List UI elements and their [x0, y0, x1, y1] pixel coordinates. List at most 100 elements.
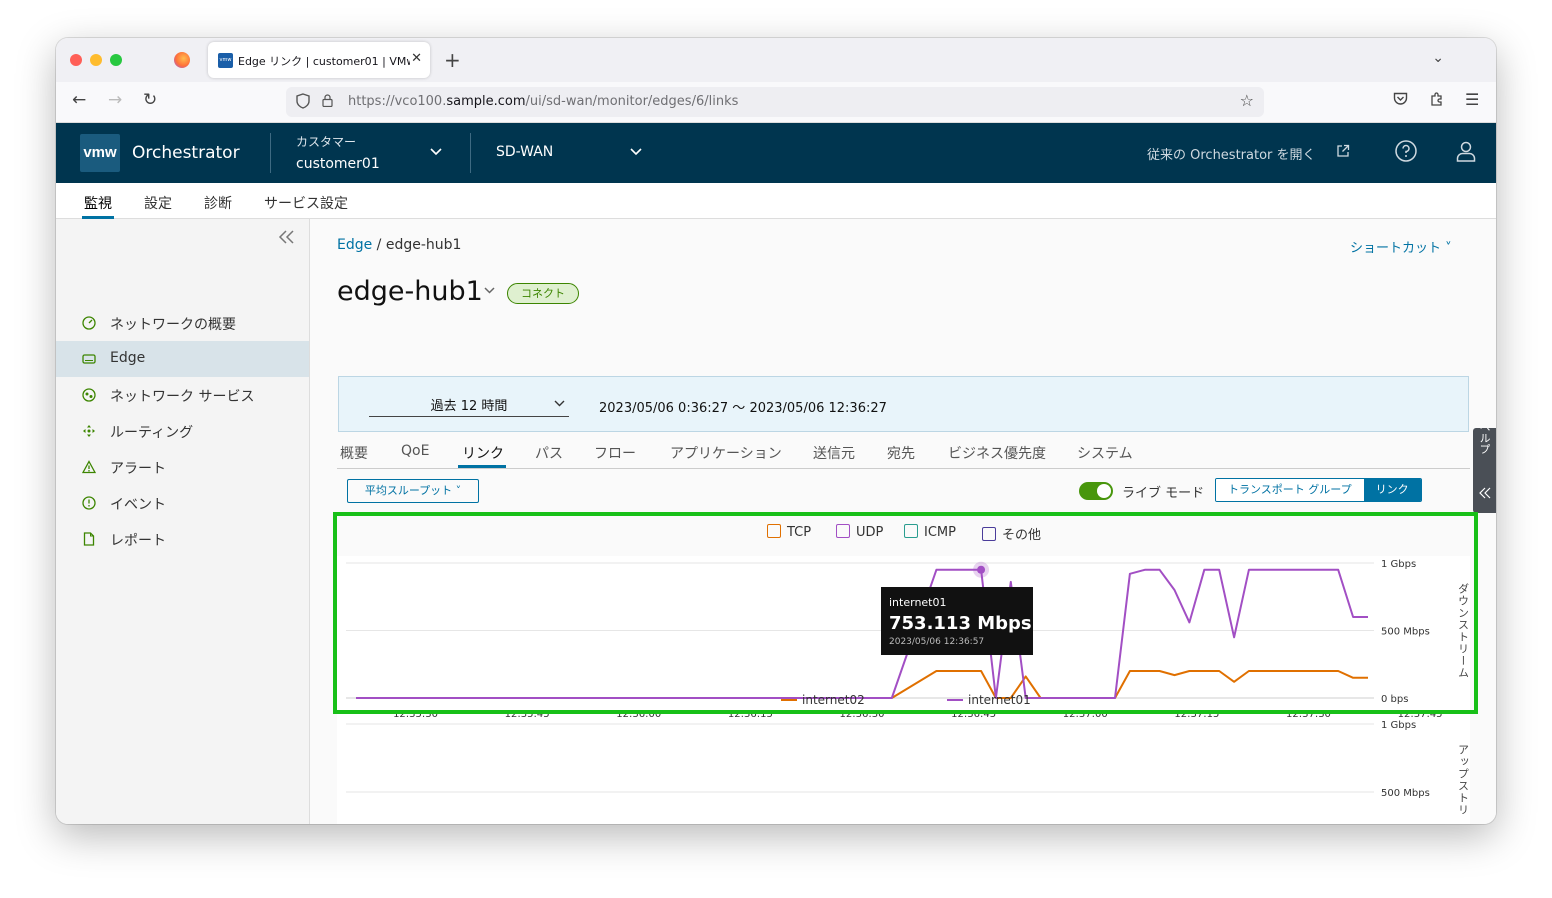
forward-arrow-icon[interactable]: → [108, 90, 122, 110]
sidebar-item-label: ネットワーク サービス [110, 389, 255, 405]
nav-configure[interactable]: 設定 [144, 193, 172, 213]
collapse-sidebar-icon[interactable] [278, 226, 296, 250]
close-window-button[interactable] [70, 54, 82, 66]
lock-icon[interactable] [322, 94, 333, 107]
minimize-window-button[interactable] [90, 54, 102, 66]
app-header: vmw Orchestrator カスタマー customer01 SD-WAN… [56, 123, 1496, 183]
y-tick-label: 500 Mbps [1381, 788, 1430, 799]
dashboard-icon [82, 316, 96, 330]
alert-icon [82, 460, 96, 474]
legacy-orchestrator-link[interactable]: 従来の Orchestrator を開く [1147, 144, 1316, 163]
sidebar-item-label: Edge [110, 350, 146, 366]
help-side-tab[interactable]: ヘルプ [1473, 422, 1496, 513]
url-text[interactable]: https://vco100.sample.com/ui/sd-wan/moni… [348, 94, 738, 109]
edge-device-icon [82, 354, 96, 364]
sidebar-item-label: ネットワークの概要 [110, 317, 236, 333]
sidebar-item-label: アラート [110, 461, 166, 477]
shortcut-menu[interactable]: ショートカット ˅ [1350, 237, 1452, 256]
header-divider [270, 133, 271, 173]
product-selector[interactable]: SD-WAN [496, 144, 553, 160]
sidebar: ネットワークの概要 Edge ネットワーク サービス ルーティング アラート イ… [56, 219, 310, 824]
bookmark-star-icon[interactable]: ☆ [1240, 91, 1254, 110]
sidebar-item-label: イベント [110, 497, 166, 513]
url-bar[interactable]: https://vco100.sample.com/ui/sd-wan/moni… [286, 87, 1264, 117]
sidebar-item-network-services[interactable]: ネットワーク サービス [56, 377, 309, 413]
side-tab-label: ヘルプ [1478, 428, 1491, 455]
breadcrumb: Edge / edge-hub1 [337, 237, 461, 253]
expand-chevron-icon [1479, 487, 1491, 499]
tracking-shield-icon[interactable] [296, 93, 310, 113]
metric-dropdown-button[interactable]: 平均スループット ˅ [347, 479, 479, 503]
breadcrumb-edge-link[interactable]: Edge [337, 237, 372, 253]
transport-group-button[interactable]: トランスポート グループ [1216, 479, 1364, 501]
sidebar-item-label: レポート [110, 533, 166, 549]
tab-strip: vmw Edge リンク | customer01 | VMware ✕ + ⌄ [56, 38, 1496, 82]
page-title: edge-hub1 [337, 276, 483, 307]
customer-label: カスタマー [296, 135, 357, 149]
tab-close-icon[interactable]: ✕ [411, 51, 422, 66]
sidebar-item-reports[interactable]: レポート [56, 521, 309, 557]
reload-icon[interactable]: ↻ [143, 90, 157, 110]
tab-destinations[interactable]: 宛先 [887, 443, 915, 463]
primary-nav: 監視 設定 診断 サービス設定 [56, 183, 1496, 219]
product-chevron-down-icon[interactable] [630, 145, 642, 160]
header-divider [470, 133, 471, 173]
sidebar-item-routing[interactable]: ルーティング [56, 413, 309, 449]
nav-monitor[interactable]: 監視 [84, 193, 112, 213]
back-arrow-icon[interactable]: ← [72, 90, 86, 110]
y-axis-label: アップストリ [1457, 744, 1470, 816]
tab-title: Edge リンク | customer01 | VMware [238, 55, 410, 68]
sidebar-item-label: ルーティング [110, 425, 194, 441]
external-link-icon[interactable] [1336, 143, 1352, 159]
browser-tab[interactable]: vmw Edge リンク | customer01 | VMware ✕ [208, 42, 430, 78]
tab-sources[interactable]: 送信元 [813, 443, 855, 463]
customer-selector[interactable]: customer01 [296, 156, 380, 172]
sidebar-item-alerts[interactable]: アラート [56, 449, 309, 485]
group-by-segmented-control: トランスポート グループ リンク [1215, 478, 1422, 502]
user-profile-icon[interactable] [1454, 139, 1478, 163]
chevron-down-icon [554, 397, 565, 410]
time-filter-bar: 過去 12 時間 2023/05/06 0:36:27 〜 2023/05/06… [338, 376, 1469, 432]
breadcrumb-current: edge-hub1 [385, 237, 462, 253]
vmware-logo: vmw [80, 134, 120, 172]
edge-tabs: 概要 QoE リンク パス フロー アプリケーション 送信元 宛先 ビジネス優先… [337, 439, 1470, 469]
nav-service-settings[interactable]: サービス設定 [264, 193, 348, 213]
toggle-knob [1097, 484, 1111, 498]
new-tab-icon[interactable]: + [444, 48, 461, 72]
tab-applications[interactable]: アプリケーション [670, 443, 782, 463]
app-name: Orchestrator [132, 143, 240, 163]
customer-chevron-down-icon[interactable] [430, 145, 442, 160]
firefox-icon [174, 52, 190, 68]
sidebar-item-edge[interactable]: Edge [56, 341, 309, 377]
live-mode-label: ライブ モード [1122, 486, 1205, 501]
tab-system[interactable]: システム [1077, 443, 1133, 463]
status-badge: コネクト [507, 283, 579, 304]
routing-icon [83, 425, 95, 437]
help-icon[interactable] [1394, 139, 1418, 163]
time-range-select[interactable]: 過去 12 時間 [369, 395, 569, 417]
event-icon [82, 496, 96, 510]
tab-overview[interactable]: 概要 [340, 443, 368, 463]
links-button[interactable]: リンク [1363, 479, 1421, 501]
sidebar-item-events[interactable]: イベント [56, 485, 309, 521]
nav-diagnostics[interactable]: 診断 [204, 193, 232, 213]
tab-paths[interactable]: パス [535, 443, 563, 463]
sidebar-item-network-overview[interactable]: ネットワークの概要 [56, 305, 309, 341]
tab-business-priority[interactable]: ビジネス優先度 [948, 443, 1046, 463]
zoom-window-button[interactable] [110, 54, 122, 66]
tab-flows[interactable]: フロー [594, 443, 636, 463]
pocket-icon[interactable] [1393, 92, 1408, 110]
tab-list-chevron-icon[interactable]: ⌄ [1432, 50, 1444, 66]
live-mode-toggle[interactable] [1079, 482, 1113, 500]
extensions-icon[interactable] [1429, 92, 1444, 111]
highlight-rectangle [333, 512, 1478, 714]
tab-qoe[interactable]: QoE [401, 443, 429, 459]
tab-links[interactable]: リンク [462, 443, 504, 463]
vmware-favicon-icon: vmw [218, 53, 233, 68]
active-tab-indicator [458, 465, 506, 468]
edge-switcher-chevron-icon[interactable] [484, 283, 495, 298]
time-range-text: 2023/05/06 0:36:27 〜 2023/05/06 12:36:27 [599, 401, 887, 416]
hamburger-menu-icon[interactable]: ☰ [1465, 90, 1479, 109]
network-services-icon [82, 388, 96, 402]
report-icon [83, 532, 95, 546]
